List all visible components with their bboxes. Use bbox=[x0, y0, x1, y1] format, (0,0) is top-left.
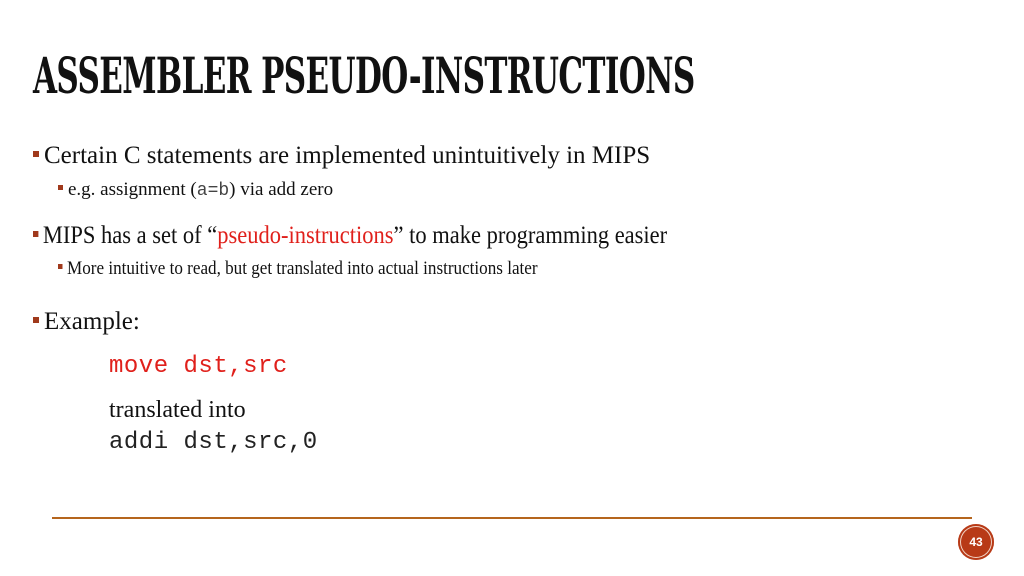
bullet-mips-pseudo: MIPS has a set of “pseudo-instructions” … bbox=[33, 222, 667, 250]
bullet-square-icon bbox=[58, 264, 63, 269]
real-code-line: addi dst,src,0 bbox=[109, 429, 318, 456]
bullet-text: Example: bbox=[44, 308, 140, 335]
slide-title: ASSEMBLER PSEUDO-INSTRUCTIONS bbox=[33, 46, 695, 105]
bullet-example: Example: bbox=[33, 308, 140, 336]
inline-code: a=b bbox=[196, 181, 230, 201]
page-number-badge: 43 bbox=[958, 524, 994, 560]
bullet-square-icon bbox=[33, 231, 39, 237]
sub-bullet-prefix: e.g. assignment ( bbox=[68, 179, 197, 200]
sub-bullet-more-intuitive: More intuitive to read, but get translat… bbox=[58, 258, 538, 280]
bullet-square-icon bbox=[33, 317, 39, 323]
sub-bullet-text: More intuitive to read, but get translat… bbox=[67, 258, 538, 279]
sub-bullet-suffix: ) via add zero bbox=[229, 179, 334, 200]
bullet-text: Certain C statements are implemented uni… bbox=[44, 142, 651, 169]
bullet-suffix: ” to make programming easier bbox=[393, 222, 668, 249]
pseudo-code-line: move dst,src bbox=[109, 353, 288, 380]
sub-bullet-assignment: e.g. assignment (a=b) via add zero bbox=[58, 179, 333, 201]
highlight-pseudo-instructions: pseudo-instructions bbox=[217, 222, 394, 249]
translated-into-label: translated into bbox=[109, 397, 246, 423]
bullet-prefix: MIPS has a set of “ bbox=[42, 222, 218, 249]
bullet-certain-c-statements: Certain C statements are implemented uni… bbox=[33, 142, 650, 170]
bullet-square-icon bbox=[33, 151, 39, 157]
footer-divider bbox=[52, 517, 972, 519]
bullet-square-icon bbox=[58, 185, 63, 190]
